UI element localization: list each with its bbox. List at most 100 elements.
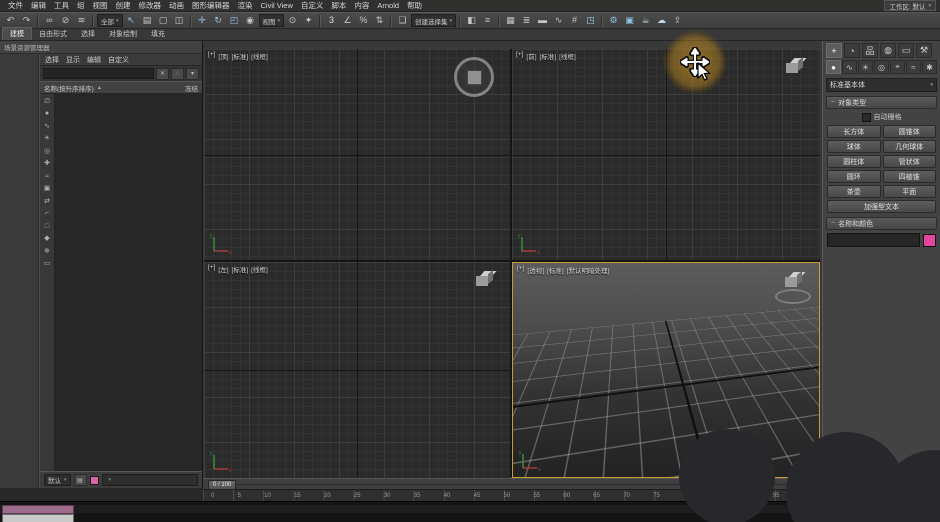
shapes-category-icon[interactable]: ∿ [842,60,857,74]
viewport-left[interactable]: [+] [左] [标准] [线框] x y [204,262,510,478]
viewport-label-segment[interactable]: [+] [208,264,215,274]
time-slider-handle[interactable]: 0 / 100 [208,480,237,490]
unlink-icon[interactable]: ⊘ [58,14,73,28]
rollout-object-type[interactable]: − 对象类型 [826,96,937,109]
explorer-preset-dropdown[interactable]: 默认 [44,474,71,486]
menu-item[interactable]: 修改器 [135,0,166,11]
angle-snap-icon[interactable]: ∠ [340,14,355,28]
menu-item[interactable]: 内容 [350,0,373,11]
display-helpers-icon[interactable]: ✚ [42,159,53,169]
bind-spacewarp-icon[interactable]: ≋ [74,14,89,28]
layer-explorer-toggle-icon[interactable]: ≣ [519,14,534,28]
render-setup-icon[interactable]: ⚙ [606,14,621,28]
edit-named-sets-icon[interactable]: ❏ [395,14,410,28]
hierarchy-tab-icon[interactable]: 品 [862,43,878,58]
render-production-icon[interactable]: ☕ [638,14,653,28]
cameras-category-icon[interactable]: ◎ [874,60,889,74]
viewport-label-segment[interactable]: [标准] [232,264,249,274]
viewport-front[interactable]: [+] [前] [标准] [线框] x y [512,49,820,260]
utilities-tab-icon[interactable]: ⚒ [916,43,932,58]
pyramid-button[interactable]: 四棱锥 [882,170,936,183]
explorer-menu-item[interactable]: 自定义 [108,55,129,65]
ribbon-tab[interactable]: 建模 [2,27,32,40]
box-button[interactable]: 长方体 [827,125,881,138]
list-options-icon[interactable]: ▤ [73,474,87,486]
ribbon-tab[interactable]: 选择 [74,28,102,40]
torus-button[interactable]: 圆环 [827,170,881,183]
viewport-label-segment[interactable]: [线框] [251,51,268,61]
display-none-icon[interactable]: ∅ [42,96,53,106]
geometry-category-icon[interactable]: ● [826,60,841,74]
motion-tab-icon[interactable]: ◍ [880,43,896,58]
display-hidden-icon[interactable]: ▭ [42,259,53,269]
helpers-category-icon[interactable]: ⌖ [890,60,905,74]
select-and-place-icon[interactable]: ◉ [243,14,258,28]
select-and-move-icon[interactable]: ✛ [195,14,210,28]
rect-selection-region-icon[interactable]: ▢ [156,14,171,28]
geosphere-button[interactable]: 几何球体 [882,140,936,153]
viewport-label-segment[interactable]: [标准] [547,265,564,275]
viewport-label-segment[interactable]: [线框] [559,51,576,61]
window-crossing-icon[interactable]: ◫ [172,14,187,28]
viewport-label-segment[interactable]: [标准] [540,51,557,61]
menu-item[interactable]: 动画 [165,0,188,11]
explorer-menu-item[interactable]: 显示 [66,55,80,65]
display-bones-icon[interactable]: ⌐ [42,209,53,219]
curve-editor-icon[interactable]: ∿ [551,14,566,28]
spinner-snap-icon[interactable]: ⇅ [372,14,387,28]
menu-item[interactable]: 图形编辑器 [188,0,234,11]
display-spacewarps-icon[interactable]: ≈ [42,171,53,181]
display-shapes-icon[interactable]: ∿ [42,121,53,131]
percent-snap-icon[interactable]: % [356,14,371,28]
menu-item[interactable]: 文件 [4,0,27,11]
mirror-icon[interactable]: ◧ [464,14,479,28]
sphere-button[interactable]: 球体 [827,140,881,153]
spacewarps-category-icon[interactable]: ≈ [906,60,921,74]
viewport-label-segment[interactable]: [+] [516,51,523,61]
display-geometry-icon[interactable]: ● [42,109,53,119]
autogrid-checkbox[interactable] [861,112,871,122]
explorer-menu-item[interactable]: 选择 [45,55,59,65]
schematic-view-icon[interactable]: # [567,14,582,28]
ribbon-tab[interactable]: 自由形式 [32,28,74,40]
rendered-frame-icon[interactable]: ▣ [622,14,637,28]
material-editor-icon[interactable]: ◳ [583,14,598,28]
scene-explorer-toggle-icon[interactable]: ▦ [503,14,518,28]
use-pivot-center-icon[interactable]: ⊙ [285,14,300,28]
search-options-icon[interactable]: ▾ [186,67,199,80]
display-frozen-icon[interactable]: ❄ [42,246,53,256]
redo-icon[interactable]: ↷ [19,14,34,28]
clear-search-icon[interactable]: ✕ [156,67,169,80]
primitive-category-dropdown[interactable]: 标准基本体 ▾ [826,78,937,92]
menu-item[interactable]: 创建 [112,0,135,11]
menu-item[interactable]: 视图 [89,0,112,11]
menu-item[interactable]: 自定义 [297,0,328,11]
viewport-label-segment[interactable]: [左] [218,264,228,274]
viewport-label-segment[interactable]: [透视] [527,265,544,275]
named-selection-sets-dropdown[interactable]: 创建选择集 [411,14,457,27]
ribbon-tab[interactable]: 对象绘制 [102,28,144,40]
viewport-top[interactable]: [+] [顶] [标准] [线框] x y [204,49,510,260]
viewport-label-segment[interactable]: [线框] [251,264,268,274]
explorer-search-input[interactable] [43,68,154,79]
display-xrefs-icon[interactable]: ⇄ [42,196,53,206]
rollout-name-and-color[interactable]: − 名称和颜色 [826,217,937,230]
explorer-selection-dropdown[interactable] [101,474,198,486]
display-cameras-icon[interactable]: ◎ [42,146,53,156]
render-iterative-icon[interactable]: ⇪ [670,14,685,28]
viewcube[interactable] [454,57,494,97]
viewcube[interactable] [785,271,806,290]
object-name-field[interactable] [827,233,920,247]
align-icon[interactable]: ≡ [480,14,495,28]
systems-category-icon[interactable]: ✱ [922,60,937,74]
menu-item[interactable]: 脚本 [327,0,350,11]
display-groups-icon[interactable]: ▣ [42,184,53,194]
search-icon[interactable]: ◌ [171,67,184,80]
menu-item[interactable]: 组 [73,0,89,11]
selection-filter-dropdown[interactable]: 全部 [97,14,123,27]
viewport-label-segment[interactable]: [顶] [218,51,228,61]
cylinder-button[interactable]: 圆柱体 [827,155,881,168]
ribbon-tab[interactable]: 填充 [144,28,172,40]
teapot-button[interactable]: 茶壶 [827,185,881,198]
maxscript-macro-recorder[interactable] [2,505,74,514]
